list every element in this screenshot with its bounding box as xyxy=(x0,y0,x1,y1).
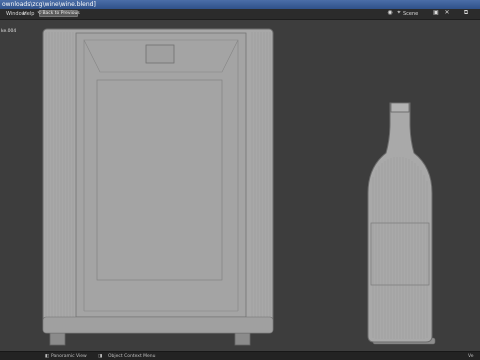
status-pan-view: Panoramic View xyxy=(51,354,87,359)
viewport-view-label: ke.004 xyxy=(1,29,17,34)
status-object-context-menu: Object Context Menu xyxy=(108,354,156,359)
app-window: ownloads\zcg\wine\wine.blend] Window Hel… xyxy=(0,0,480,360)
status-bar: ◧ Panoramic View ◨ Object Context Menu V… xyxy=(0,351,480,360)
mouse-right-icon: ◨ xyxy=(98,354,103,359)
status-right-text: Ve xyxy=(468,354,474,359)
3d-viewport[interactable]: ke.004 xyxy=(0,20,480,350)
viewport-canvas[interactable] xyxy=(0,0,480,360)
wine-bottle-model[interactable] xyxy=(367,102,436,345)
mouse-left-icon: ◧ xyxy=(45,354,50,359)
fridge-model[interactable] xyxy=(42,28,274,346)
